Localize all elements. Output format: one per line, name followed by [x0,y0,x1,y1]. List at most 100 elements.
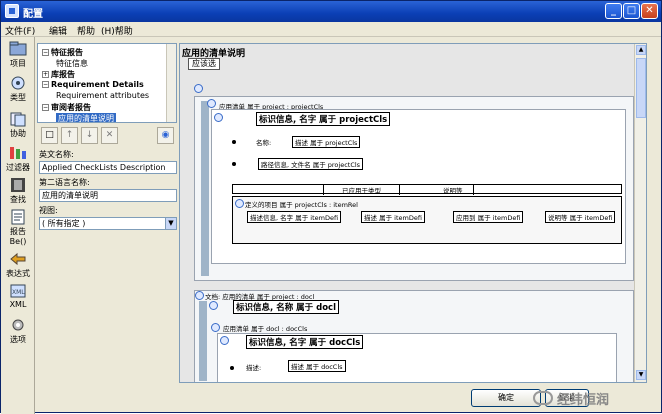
sub-node-icon[interactable] [235,199,244,208]
tree-item-feature-report[interactable]: − 特征报告 [42,47,83,58]
menu-help-h[interactable]: (H)帮助 [101,24,133,37]
nav-options-label: 选项 [10,335,26,344]
tree-item-applied-checklists[interactable]: 应用的清单说明 [56,113,116,122]
chevron-down-icon[interactable]: ▼ [165,218,176,229]
sub-cell-2: 描述 属于 itemDefi [361,211,425,223]
scroll-thumb[interactable] [636,58,646,118]
section-2-sub-node-icon[interactable] [211,323,220,332]
section-2-inner: 标识信息, 名字 属于 docCls 描述: 描述 属于 docCls [217,333,617,382]
expression-icon [10,252,26,266]
english-name-label: 英文名称: [39,150,74,159]
tree-toolbar: □ ↑ ↓ ✕ ◉ [37,127,177,145]
menu-file[interactable]: 文件(F) [5,24,35,37]
section-2-title: 标识信息, 名称 属于 docl [233,300,339,314]
row1-value: 描述 属于 projectCls [292,136,361,148]
project-icon [9,41,27,56]
preview-option-button[interactable]: 应该选 [188,58,220,70]
nav-filter-label: 过滤器 [6,163,30,172]
tree-item-requirement-attributes[interactable]: Requirement attributes [56,91,149,100]
section-1-inner: 标识信息, 名字 属于 projectCls 名称: 描述 属于 project… [211,109,626,264]
move-up-button[interactable]: ↑ [61,127,78,144]
section-2-inner-node-icon[interactable] [220,336,229,345]
tree-item-requirement-details[interactable]: − Requirement Details [42,80,144,89]
report-config-panel: − 特征报告 特征信息 + 库报告 − Requirement Details Req… [37,43,177,383]
view-label: 视图: [39,206,58,215]
collapse-icon[interactable]: − [42,104,49,111]
preview-scrollbar[interactable]: ▲ ▼ [634,44,646,382]
window-title: 配置 [23,9,43,20]
nav-report[interactable]: 报告 Be() [1,209,35,246]
sub-cell-1: 描述信息, 名字 属于 itemDefi [247,211,342,223]
view-select-value: ( 所有指定 ) [42,219,86,228]
move-down-button[interactable]: ↓ [81,127,98,144]
nav-expression-label: 表达式 [6,269,30,278]
title-node-icon[interactable] [214,113,223,122]
section-2-title-node-icon[interactable] [209,301,218,310]
section-node-icon[interactable] [194,84,203,93]
report-icon [11,209,25,225]
scroll-up-icon[interactable]: ▲ [636,45,646,55]
nav-project[interactable]: 项目 [1,41,35,69]
nav-filter[interactable]: 过滤器 [1,145,35,173]
tree-scrollbar[interactable] [166,44,176,122]
nav-project-label: 项目 [10,59,26,68]
collapse-icon[interactable]: − [42,81,49,88]
view-select[interactable]: ( 所有指定 ) ▼ [39,217,177,230]
section-1-block: 应用清单 属于 project : projectCls 标识信息, 名字 属于… [194,96,634,281]
app-icon [5,4,19,18]
row2-value: 路径信息, 文件名 属于 projectCls [258,158,364,170]
scroll-down-icon[interactable]: ▼ [636,370,646,380]
config-window: 配置 _ □ ✕ 文件(F) 编辑 帮助 (H)帮助 项目 类型 协助 过滤器 … [0,0,662,414]
tree-item-reviewer-report[interactable]: − 审阅者报告 [42,102,91,113]
section-1-node-icon[interactable] [207,99,216,108]
find-icon [11,178,25,192]
second-language-input[interactable]: 应用的清单说明 [39,189,177,202]
table-header-row: 已应用于类型 说明等 [232,184,622,195]
xml-icon: XML [10,284,26,298]
report-preview: 应用的清单说明 应该选 应用清单 属于 project : projectCls… [179,43,647,383]
row1-label: 名称: [256,139,272,147]
menu-help[interactable]: 帮助 [77,24,95,37]
watermark-logo-icon [533,391,553,405]
section-2-node-icon[interactable] [195,291,204,300]
report-tree[interactable]: − 特征报告 特征信息 + 库报告 − Requirement Details Req… [37,43,177,123]
expand-icon[interactable]: + [42,71,49,78]
bullet-icon [232,140,236,144]
sub-cell-3: 应用到 属于 itemDefi [453,211,524,223]
nav-options[interactable]: 选项 [1,317,35,345]
assist-icon [10,112,26,127]
nav-assist-label: 协助 [10,129,26,138]
delete-item-button[interactable]: ✕ [101,127,118,144]
ok-button[interactable]: 确定 [471,389,541,407]
type-icon [11,76,25,90]
sub-cell-4: 说明等 属于 itemDefi [545,211,616,223]
nav-expression[interactable]: 表达式 [1,251,35,279]
watermark-text: 经纬恒润 [557,393,610,408]
bullet-icon [232,162,236,166]
nav-type[interactable]: 类型 [1,75,35,103]
section-1-strip [201,101,209,276]
nav-xml[interactable]: XML XML [1,283,35,309]
nav-find[interactable]: 查找 [1,177,35,205]
properties-button[interactable]: ◉ [157,127,174,144]
navigation-icon-bar: 项目 类型 协助 过滤器 查找 报告 Be() 表达式 XML XML 选项 [1,37,35,414]
section-2-block: 文档: 应用的清单 属于 project : docl 标识信息, 名称 属于 … [194,290,634,382]
section-2-sub-caption: 应用清单 属于 docl : docCls [223,325,308,333]
minimize-button[interactable]: _ [605,3,622,19]
section-2-strip [199,301,207,381]
english-name-input[interactable]: Applied CheckLists Description [39,161,177,174]
nav-report-label: 报告 Be() [9,227,27,246]
close-button[interactable]: ✕ [641,3,658,19]
tree-item-feature-info[interactable]: 特征信息 [56,58,88,69]
new-item-button[interactable]: □ [41,127,58,144]
nav-assist[interactable]: 协助 [1,111,35,139]
title-bar[interactable]: 配置 _ □ ✕ [1,1,661,22]
filter-icon [10,147,26,159]
menu-edit[interactable]: 编辑 [49,24,67,37]
maximize-button[interactable]: □ [623,3,640,19]
menu-bar: 文件(F) 编辑 帮助 (H)帮助 [1,22,661,37]
tree-item-library-report[interactable]: + 库报告 [42,69,75,80]
collapse-icon[interactable]: − [42,49,49,56]
section-1-title: 标识信息, 名字 属于 projectCls [256,112,391,126]
section-2-sub-title: 标识信息, 名字 属于 docCls [246,335,364,349]
